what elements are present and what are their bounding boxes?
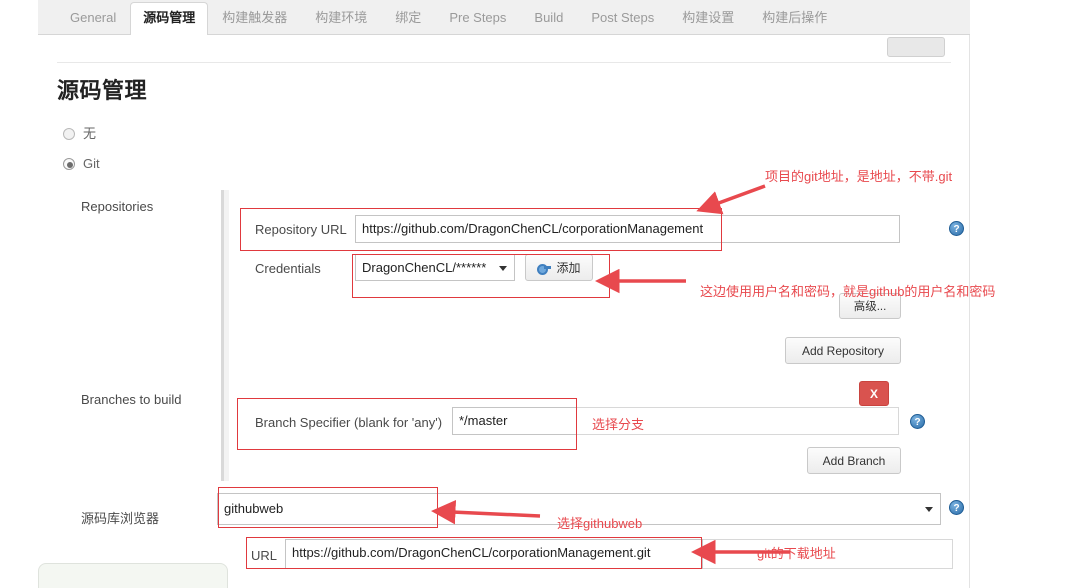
app-window: General 源码管理 构建触发器 构建环境 绑定 Pre Steps Bui…	[0, 0, 1074, 588]
annotation-text-browser-url: git的下载地址	[757, 546, 836, 561]
annotation-text-browser: 选择githubweb	[557, 516, 643, 531]
annotation-text-branch: 选择分支	[592, 417, 645, 432]
annotation-text-credentials: 这边使用用户名和密码，就是github的用户名和密码	[700, 284, 996, 299]
annotation-text-repository-url: 项目的git地址，是地址，不带.git	[765, 169, 953, 184]
